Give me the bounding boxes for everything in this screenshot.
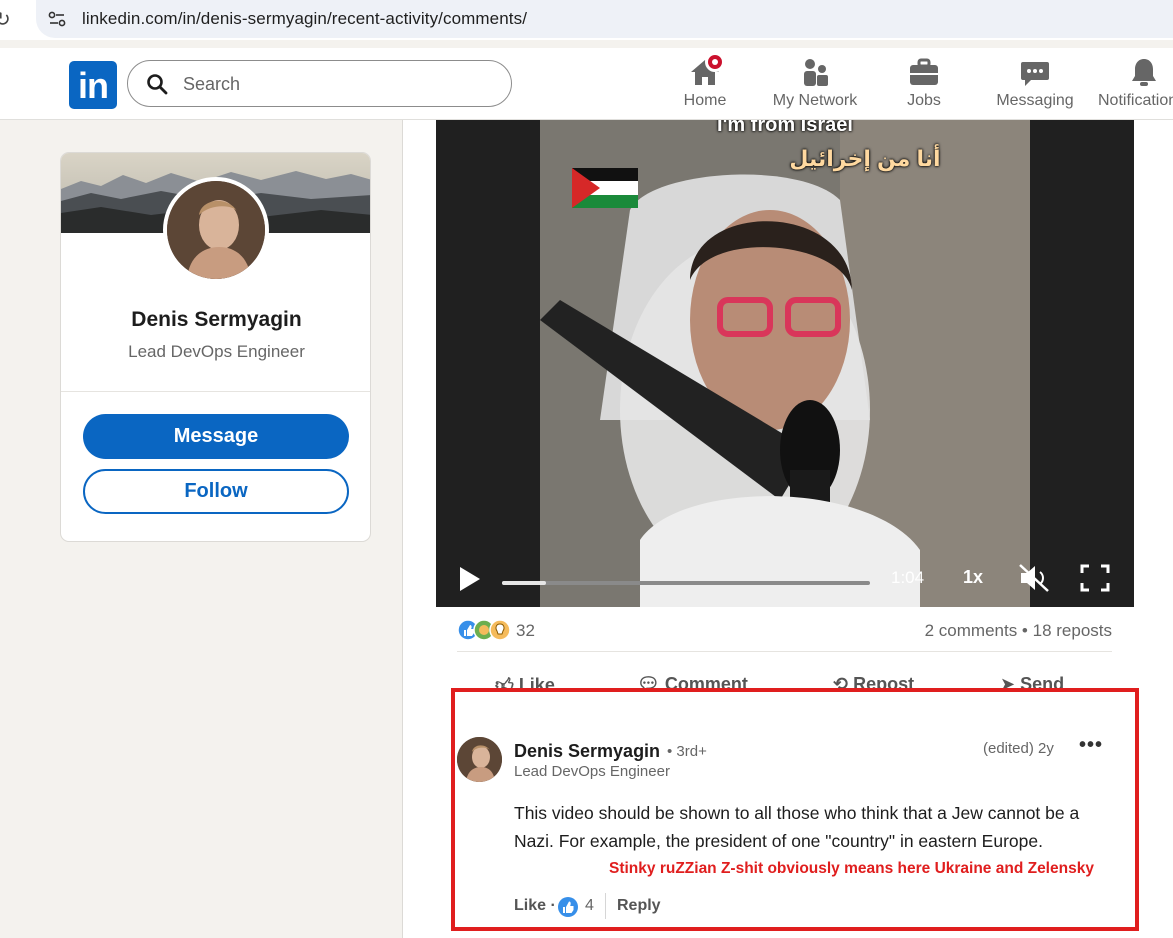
bell-icon	[1128, 56, 1160, 88]
nav-jobs-label: Jobs	[907, 92, 941, 109]
fullscreen-icon[interactable]	[1080, 564, 1110, 592]
comments-reposts-count[interactable]: 2 comments • 18 reposts	[925, 621, 1112, 641]
reactions-icon[interactable]	[457, 619, 513, 641]
video-progress-bar[interactable]	[502, 581, 870, 585]
nav-jobs[interactable]: Jobs	[900, 56, 948, 110]
video-frame: I'm from Israel أنا من إخرائيل	[540, 120, 1030, 607]
url-text[interactable]: linkedin.com/in/denis-sermyagin/recent-a…	[82, 9, 527, 29]
video-caption-arabic: أنا من إخرائيل	[789, 146, 941, 171]
follow-button[interactable]: Follow	[83, 469, 349, 514]
video-progress-fill	[502, 581, 547, 585]
reload-icon[interactable]: ↻	[0, 7, 11, 32]
browser-url-bar: ↻ linkedin.com/in/denis-sermyagin/recent…	[0, 0, 1173, 40]
top-navigation: in Home My Network J	[0, 48, 1173, 120]
nav-home-label: Home	[683, 92, 727, 109]
profile-card: Denis Sermyagin Lead DevOps Engineer Mes…	[60, 152, 371, 542]
video-still	[540, 120, 1030, 607]
profile-headline: Lead DevOps Engineer	[128, 342, 305, 361]
nav-home[interactable]: Home	[676, 52, 734, 110]
notification-dot	[705, 52, 725, 72]
video-player[interactable]: I'm from Israel أنا من إخرائيل 1:04 1x	[436, 120, 1134, 607]
nav-messaging[interactable]: Messaging	[994, 56, 1076, 110]
briefcase-icon	[908, 56, 940, 88]
annotation-text: Stinky ruZZian Z-shit obviously means he…	[609, 860, 1094, 877]
chat-icon	[1019, 56, 1051, 88]
nav-my-network[interactable]: My Network	[768, 56, 862, 110]
divider	[61, 391, 370, 392]
linkedin-logo[interactable]: in	[69, 61, 117, 109]
home-icon	[689, 52, 725, 88]
people-icon	[799, 56, 831, 88]
nav-notifications-label: Notifications	[1098, 92, 1173, 109]
search-box[interactable]	[127, 60, 512, 107]
site-info-icon[interactable]	[46, 8, 68, 30]
reaction-count[interactable]: 32	[516, 621, 535, 641]
annotation-highlight-box	[451, 688, 1139, 931]
video-controls: 1:04 1x	[436, 552, 1134, 607]
nav-messaging-label: Messaging	[996, 92, 1074, 109]
video-time: 1:04	[891, 568, 925, 587]
search-icon	[147, 74, 168, 95]
play-icon[interactable]	[458, 566, 482, 592]
profile-avatar[interactable]	[163, 177, 269, 283]
nav-my-network-label: My Network	[772, 92, 858, 109]
message-button[interactable]: Message	[83, 414, 349, 459]
video-caption-english: I'm from Israel	[717, 120, 853, 136]
divider	[457, 651, 1112, 652]
profile-name[interactable]: Denis Sermyagin	[61, 308, 370, 332]
search-input[interactable]	[183, 68, 493, 100]
playback-speed-button[interactable]: 1x	[963, 567, 983, 588]
social-counts: 32 2 comments • 18 reposts	[457, 617, 1112, 643]
mute-icon[interactable]	[1018, 563, 1052, 593]
nav-notifications[interactable]: Notifications	[1098, 56, 1173, 110]
